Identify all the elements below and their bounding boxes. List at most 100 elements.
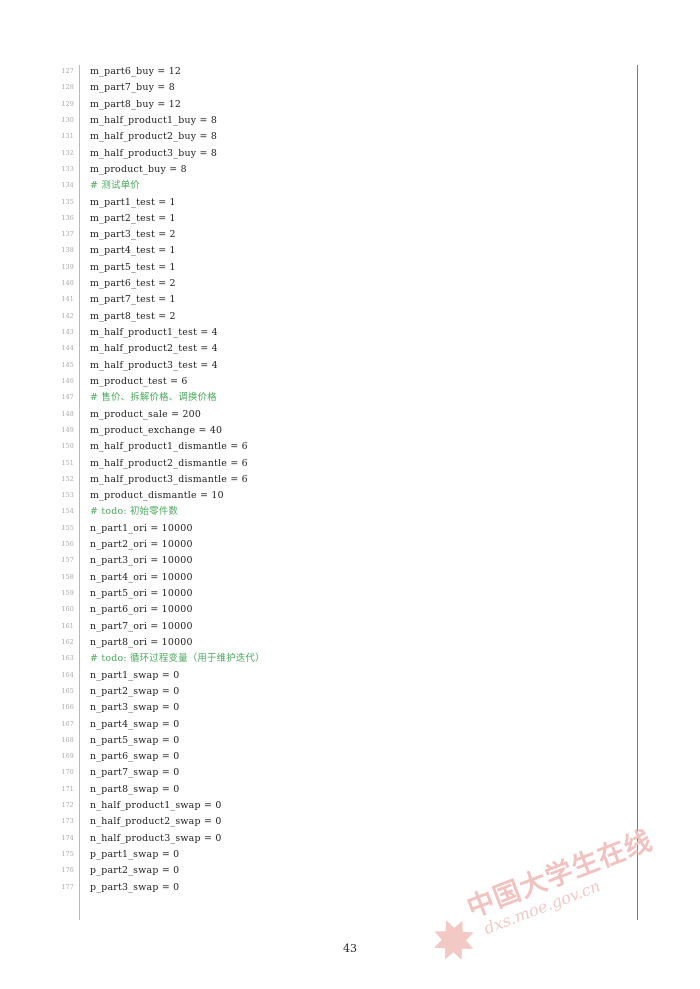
code-statement: p_part2_swap = 0 xyxy=(90,865,180,877)
document-page: 127 m_part6_buy = 12 128 m_part7_buy = 8 129… xyxy=(0,0,700,989)
code-line: 172 n_half_product1_swap = 0 xyxy=(52,798,638,814)
line-number: 160 xyxy=(61,606,74,614)
code-statement: n_part3_ori = 10000 xyxy=(90,555,193,567)
code-line: 139 m_part5_test = 1 xyxy=(52,260,638,276)
code-statement: m_part8_buy = 12 xyxy=(90,98,182,110)
line-number: 144 xyxy=(61,345,74,353)
code-statement: n_part5_swap = 0 xyxy=(90,734,180,746)
code-statement: m_part4_test = 1 xyxy=(90,245,176,257)
line-number: 164 xyxy=(61,671,74,679)
code-line: 174 n_half_product3_swap = 0 xyxy=(52,831,638,847)
line-number: 163 xyxy=(61,655,74,663)
code-statement: n_part7_swap = 0 xyxy=(90,767,180,779)
code-line: 138 m_part4_test = 1 xyxy=(52,243,638,259)
code-line: 145 m_half_product3_test = 4 xyxy=(52,358,638,374)
line-number: 150 xyxy=(61,443,74,451)
code-statement: m_half_product1_dismantle = 6 xyxy=(90,441,248,453)
line-number: 139 xyxy=(61,263,74,271)
code-line: 136 m_part2_test = 1 xyxy=(52,211,638,227)
code-line: 147 # 售价、拆解价格、调换价格 xyxy=(52,390,638,406)
code-statement: n_part8_ori = 10000 xyxy=(90,636,193,648)
code-statement: m_part1_test = 1 xyxy=(90,196,176,208)
code-line: 150 m_half_product1_dismantle = 6 xyxy=(52,439,638,455)
code-statement: n_part1_swap = 0 xyxy=(90,669,180,681)
line-number: 132 xyxy=(61,149,74,157)
line-number: 146 xyxy=(61,377,74,385)
code-listing: 127 m_part6_buy = 12 128 m_part7_buy = 8 129… xyxy=(52,64,638,896)
code-statement: m_product_sale = 200 xyxy=(90,408,202,420)
code-statement: n_half_product2_swap = 0 xyxy=(90,816,222,828)
code-statement: n_half_product3_swap = 0 xyxy=(90,832,222,844)
line-number: 159 xyxy=(61,590,74,597)
code-line: 165 n_part2_swap = 0 xyxy=(52,684,638,700)
line-number: 140 xyxy=(61,280,74,288)
code-statement: m_part7_buy = 8 xyxy=(90,82,175,94)
code-statement: n_part5_ori = 10000 xyxy=(90,588,193,599)
line-number: 147 xyxy=(61,394,74,402)
line-number: 131 xyxy=(61,133,74,141)
code-line: 177 p_part3_swap = 0 xyxy=(52,880,638,896)
code-line: 132 m_half_product3_buy = 8 xyxy=(52,146,638,162)
code-statement: m_product_exchange = 40 xyxy=(90,424,223,436)
line-number: 172 xyxy=(61,802,74,810)
code-statement: n_part7_ori = 10000 xyxy=(90,620,193,632)
line-number: 169 xyxy=(61,753,74,761)
code-statement: m_half_product2_test = 4 xyxy=(90,343,218,355)
code-line: 142 m_part8_test = 2 xyxy=(52,309,638,325)
line-number: 151 xyxy=(61,459,74,467)
code-line: 143 m_half_product1_test = 4 xyxy=(52,325,638,341)
page-number: 43 xyxy=(343,942,357,955)
code-line: 146 m_product_test = 6 xyxy=(52,374,638,390)
line-number: 129 xyxy=(61,100,74,108)
line-number: 166 xyxy=(61,704,74,712)
line-number: 155 xyxy=(61,524,74,532)
code-statement: n_part1_ori = 10000 xyxy=(90,522,193,534)
code-line: 151 m_half_product2_dismantle = 6 xyxy=(52,456,638,472)
code-line: 148 m_product_sale = 200 xyxy=(52,407,638,423)
code-statement: n_part6_swap = 0 xyxy=(90,751,180,763)
code-statement: m_part2_test = 1 xyxy=(90,212,176,224)
code-line: 164 n_part1_swap = 0 xyxy=(52,668,638,684)
line-number: 142 xyxy=(61,312,74,320)
line-number: 137 xyxy=(61,231,74,239)
line-number: 138 xyxy=(61,247,74,255)
code-line: 134 # 测试单价 xyxy=(52,178,638,194)
code-line: 153 m_product_dismantle = 10 xyxy=(52,488,638,504)
line-number: 171 xyxy=(61,785,74,793)
code-line: 140 m_part6_test = 2 xyxy=(52,276,638,292)
line-number: 161 xyxy=(61,622,74,630)
code-statement: p_part3_swap = 0 xyxy=(90,881,180,893)
line-number: 174 xyxy=(61,834,74,842)
code-line: 162 n_part8_ori = 10000 xyxy=(52,635,638,651)
code-statement: m_part8_test = 2 xyxy=(90,310,176,322)
line-number: 148 xyxy=(61,410,74,418)
line-number: 165 xyxy=(61,687,74,695)
code-statement: m_product_test = 6 xyxy=(90,375,188,387)
code-line: 159 n_part5_ori = 10000 xyxy=(52,586,638,602)
code-statement: m_part6_buy = 12 xyxy=(90,66,182,77)
code-statement: n_half_product1_swap = 0 xyxy=(90,800,222,812)
code-statement: n_part2_ori = 10000 xyxy=(90,539,193,551)
code-line: 127 m_part6_buy = 12 xyxy=(52,64,638,80)
line-number: 128 xyxy=(61,84,74,92)
code-statement: n_part8_swap = 0 xyxy=(90,783,180,795)
code-statement: m_part5_test = 1 xyxy=(90,261,176,273)
line-number: 162 xyxy=(61,638,74,646)
code-line: 130 m_half_product1_buy = 8 xyxy=(52,113,638,129)
code-statement: m_product_dismantle = 10 xyxy=(90,490,224,502)
line-number: 158 xyxy=(61,573,74,581)
line-number: 143 xyxy=(61,329,74,336)
line-number: 177 xyxy=(61,883,74,891)
code-statement: m_product_buy = 8 xyxy=(90,163,187,175)
code-line: 133 m_product_buy = 8 xyxy=(52,162,638,178)
line-number: 145 xyxy=(61,361,74,369)
line-number: 153 xyxy=(61,492,74,500)
line-number: 173 xyxy=(61,818,74,826)
code-statement: m_half_product1_buy = 8 xyxy=(90,114,218,126)
code-line: 171 n_part8_swap = 0 xyxy=(52,782,638,798)
code-statement: n_part6_ori = 10000 xyxy=(90,604,193,616)
code-statement: m_half_product3_test = 4 xyxy=(90,359,218,371)
line-number: 130 xyxy=(61,116,74,124)
code-comment: # 售价、拆解价格、调换价格 xyxy=(90,392,217,404)
code-line: 173 n_half_product2_swap = 0 xyxy=(52,814,638,830)
